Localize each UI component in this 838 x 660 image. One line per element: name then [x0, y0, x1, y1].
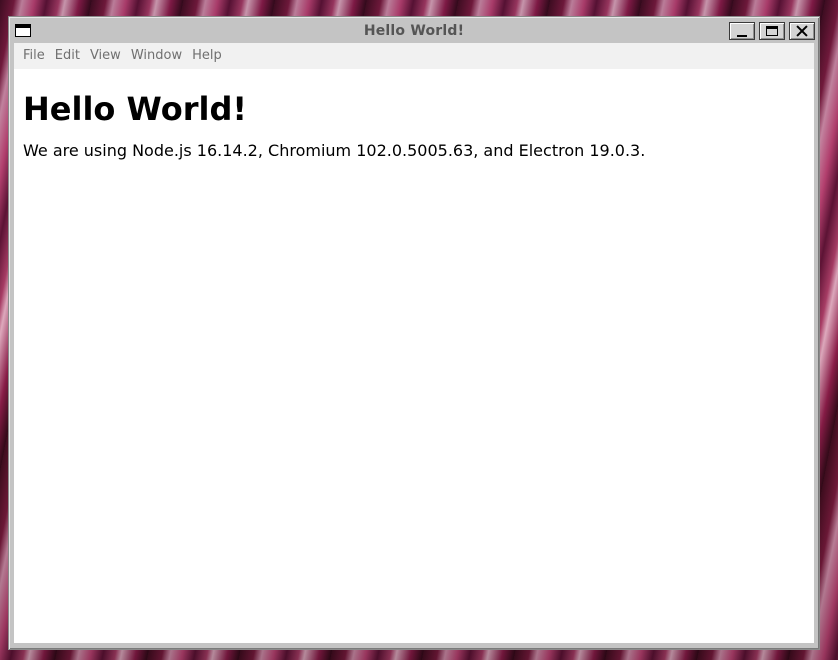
menu-view[interactable]: View [85, 43, 126, 69]
minimize-icon [737, 34, 747, 37]
versions-text: We are using Node.js 16.14.2, Chromium 1… [23, 141, 646, 160]
app-window: Hello World! File Edit View Window Help … [8, 16, 820, 650]
window-title: Hello World! [363, 23, 465, 39]
maximize-button[interactable] [759, 22, 785, 40]
maximize-icon [766, 26, 778, 36]
menu-help[interactable]: Help [187, 43, 227, 69]
menu-bar: File Edit View Window Help [14, 43, 814, 69]
page-heading: Hello World! [23, 90, 247, 128]
close-icon [796, 25, 808, 37]
title-bar[interactable]: Hello World! [13, 19, 815, 43]
minimize-button[interactable] [729, 22, 755, 40]
page-body: Hello World! We are using Node.js 16.14.… [14, 90, 814, 160]
window-content: File Edit View Window Help Hello World! … [14, 43, 814, 643]
menu-edit[interactable]: Edit [50, 43, 85, 69]
menu-window[interactable]: Window [126, 43, 187, 69]
close-button[interactable] [789, 22, 815, 40]
menu-file[interactable]: File [18, 43, 50, 69]
